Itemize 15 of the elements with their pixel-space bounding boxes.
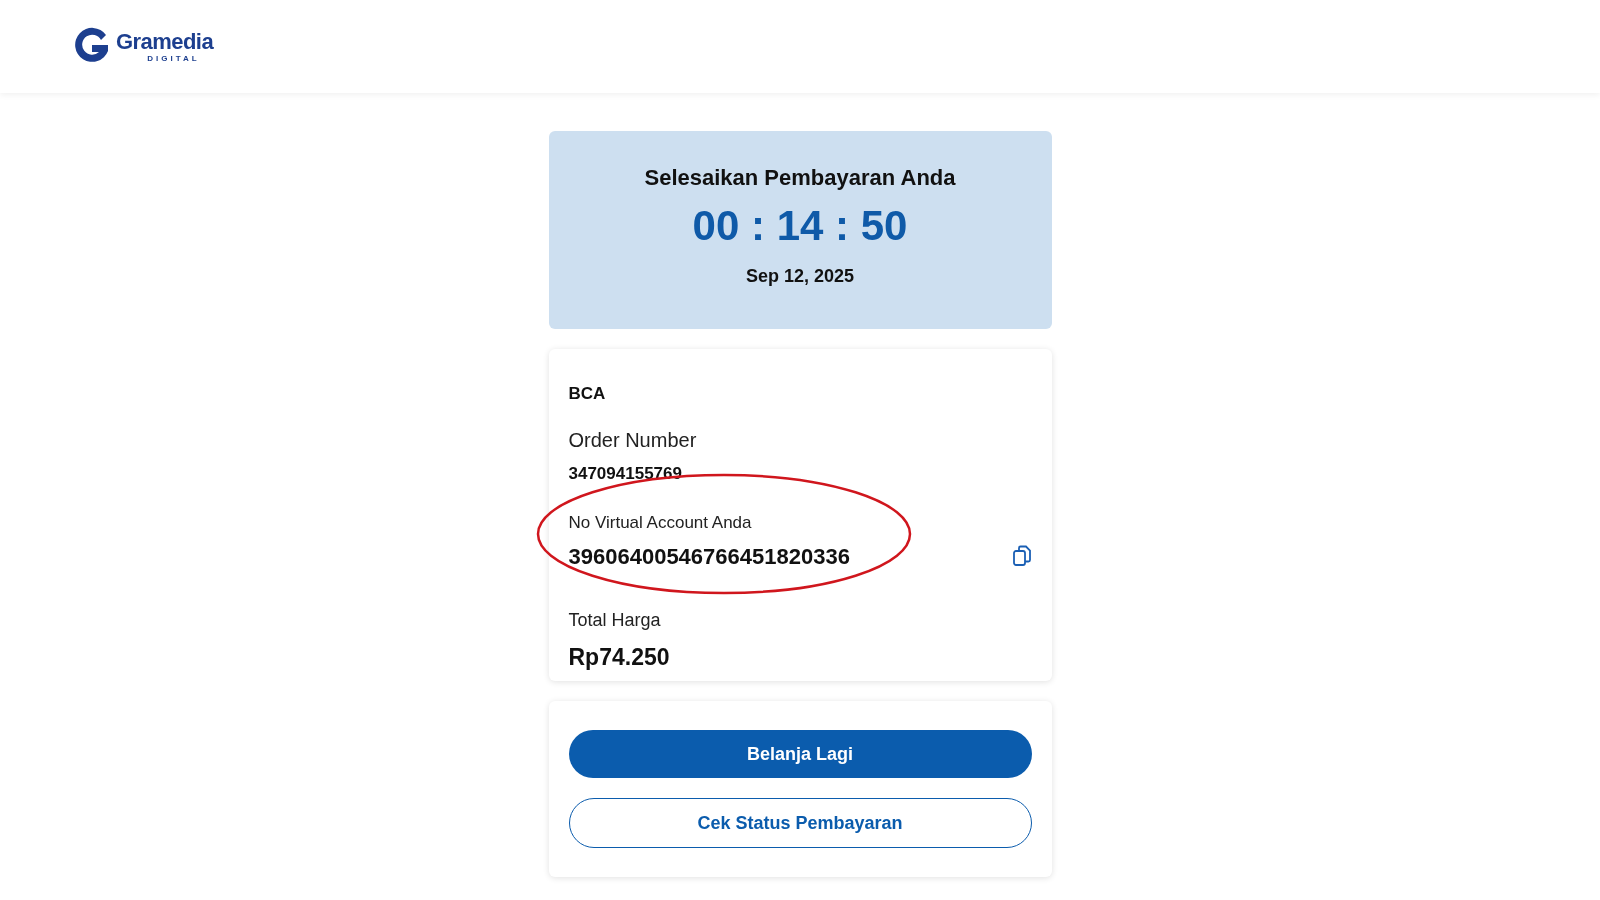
- total-label: Total Harga: [568, 608, 662, 632]
- total-price: Rp74.250: [568, 642, 671, 672]
- countdown-timer: 00 : 14 : 50: [692, 201, 908, 251]
- countdown-title: Selesaikan Pembayaran Anda: [644, 164, 956, 192]
- virtual-account-number: 39606400546766451820336: [568, 542, 850, 571]
- logo-text: Gramedia: [116, 30, 214, 53]
- bank-name: BCA: [568, 383, 607, 405]
- primary-button[interactable]: Belanja Lagi: [568, 730, 1032, 778]
- logo-subtext: DIGITAL: [146, 54, 200, 63]
- virtual-account-label: No Virtual Account Anda: [568, 512, 753, 534]
- due-date: Sep 12, 2025: [745, 264, 855, 288]
- outline-button[interactable]: Cek Status Pembayaran: [568, 798, 1032, 848]
- order-label: Order Number: [568, 427, 698, 453]
- order-number: 347094155769: [568, 462, 683, 485]
- copy-icon[interactable]: [1011, 545, 1032, 567]
